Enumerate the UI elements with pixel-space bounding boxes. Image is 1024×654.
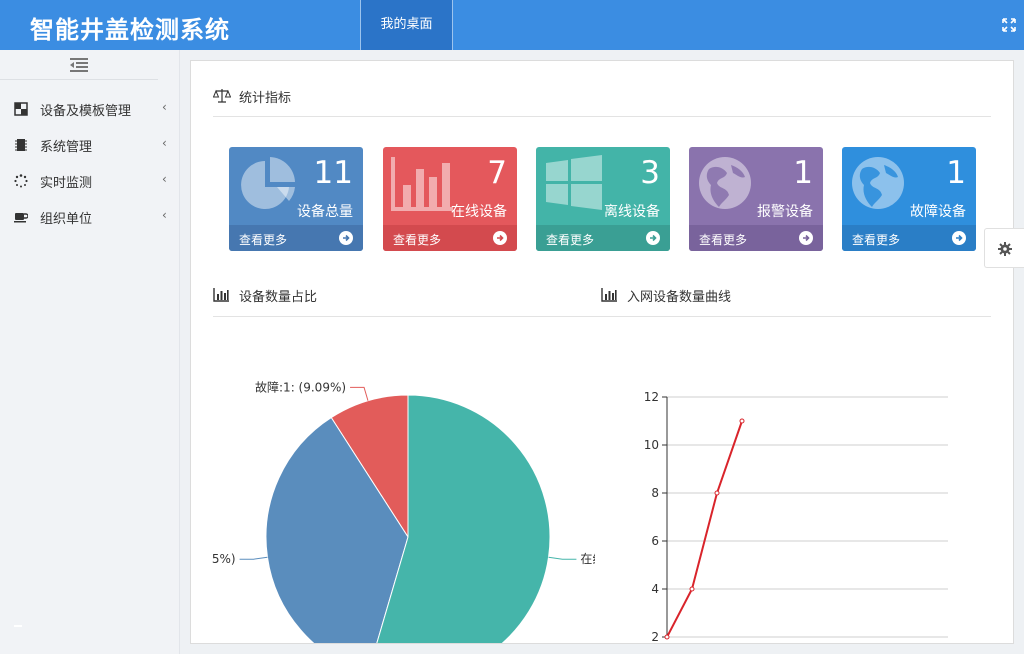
- y-tick-label: 8: [651, 486, 659, 500]
- chevron-left-icon: ‹: [162, 172, 167, 186]
- sidebar-item-device-template[interactable]: 设备及模板管理 ‹: [0, 91, 180, 127]
- settings-tab[interactable]: [984, 228, 1024, 268]
- pie-leader-line-1: [239, 556, 268, 560]
- sidebar-item-label: 组织单位: [40, 212, 93, 227]
- sidebar-bottom-mark: [14, 625, 22, 627]
- pie-label-2: 在线: [580, 552, 604, 566]
- pie-label-0: 故障:1: (9.09%): [255, 379, 346, 394]
- fullscreen-icon[interactable]: [1002, 18, 1016, 32]
- sidebar-item-system[interactable]: 系统管理 ‹: [0, 127, 180, 163]
- sidebar-item-organization[interactable]: 组织单位 ‹: [0, 199, 180, 235]
- top-bar: 智能井盖检测系统 我的桌面: [0, 0, 1024, 50]
- y-tick-label: 4: [651, 582, 659, 596]
- gear-icon: [998, 242, 1012, 256]
- line-point[interactable]: [739, 418, 745, 424]
- charts-canvas: 故障:1: (9.09%) 5%) 在线 2 4 6 8 10 12: [212, 379, 948, 644]
- sidebar-item-label: 系统管理: [40, 140, 93, 155]
- sidebar-item-label: 设备及模板管理: [40, 104, 132, 119]
- y-tick-label: 2: [651, 630, 659, 644]
- y-tick-label: 6: [651, 534, 659, 548]
- pie-leader-line-2: [548, 556, 577, 560]
- sidebar: 设备及模板管理 ‹ 系统管理 ‹ 实时监测 ‹ 组织单位 ‹: [0, 50, 180, 654]
- sidebar-item-realtime[interactable]: 实时监测 ‹: [0, 163, 180, 199]
- outdent-icon: [70, 58, 88, 72]
- y-tick-label: 12: [644, 390, 659, 404]
- sidebar-item-label: 实时监测: [40, 176, 93, 191]
- sidebar-toggle[interactable]: [0, 50, 158, 80]
- chevron-left-icon: ‹: [162, 136, 167, 150]
- chip-icon: [15, 139, 27, 151]
- line-point[interactable]: [714, 490, 720, 496]
- cup-icon: [14, 213, 28, 223]
- grid-icon: [14, 102, 28, 116]
- chevron-left-icon: ‹: [162, 100, 167, 114]
- pie-leader-line-0: [350, 386, 369, 401]
- pie-label-1: 5%): [212, 552, 236, 566]
- y-tick-label: 10: [644, 438, 659, 452]
- app-title: 智能井盖检测系统: [30, 16, 230, 44]
- spinner-icon: [14, 174, 28, 188]
- line-point[interactable]: [664, 634, 670, 640]
- chevron-left-icon: ‹: [162, 208, 167, 222]
- main-panel: 统计指标 11 设备总量 查看更多 7 在线设备 查看更多 3 离线设备 查看更…: [190, 60, 1014, 644]
- line-point[interactable]: [689, 586, 695, 592]
- line-series: [666, 420, 743, 638]
- tab-my-desktop[interactable]: 我的桌面: [360, 0, 453, 50]
